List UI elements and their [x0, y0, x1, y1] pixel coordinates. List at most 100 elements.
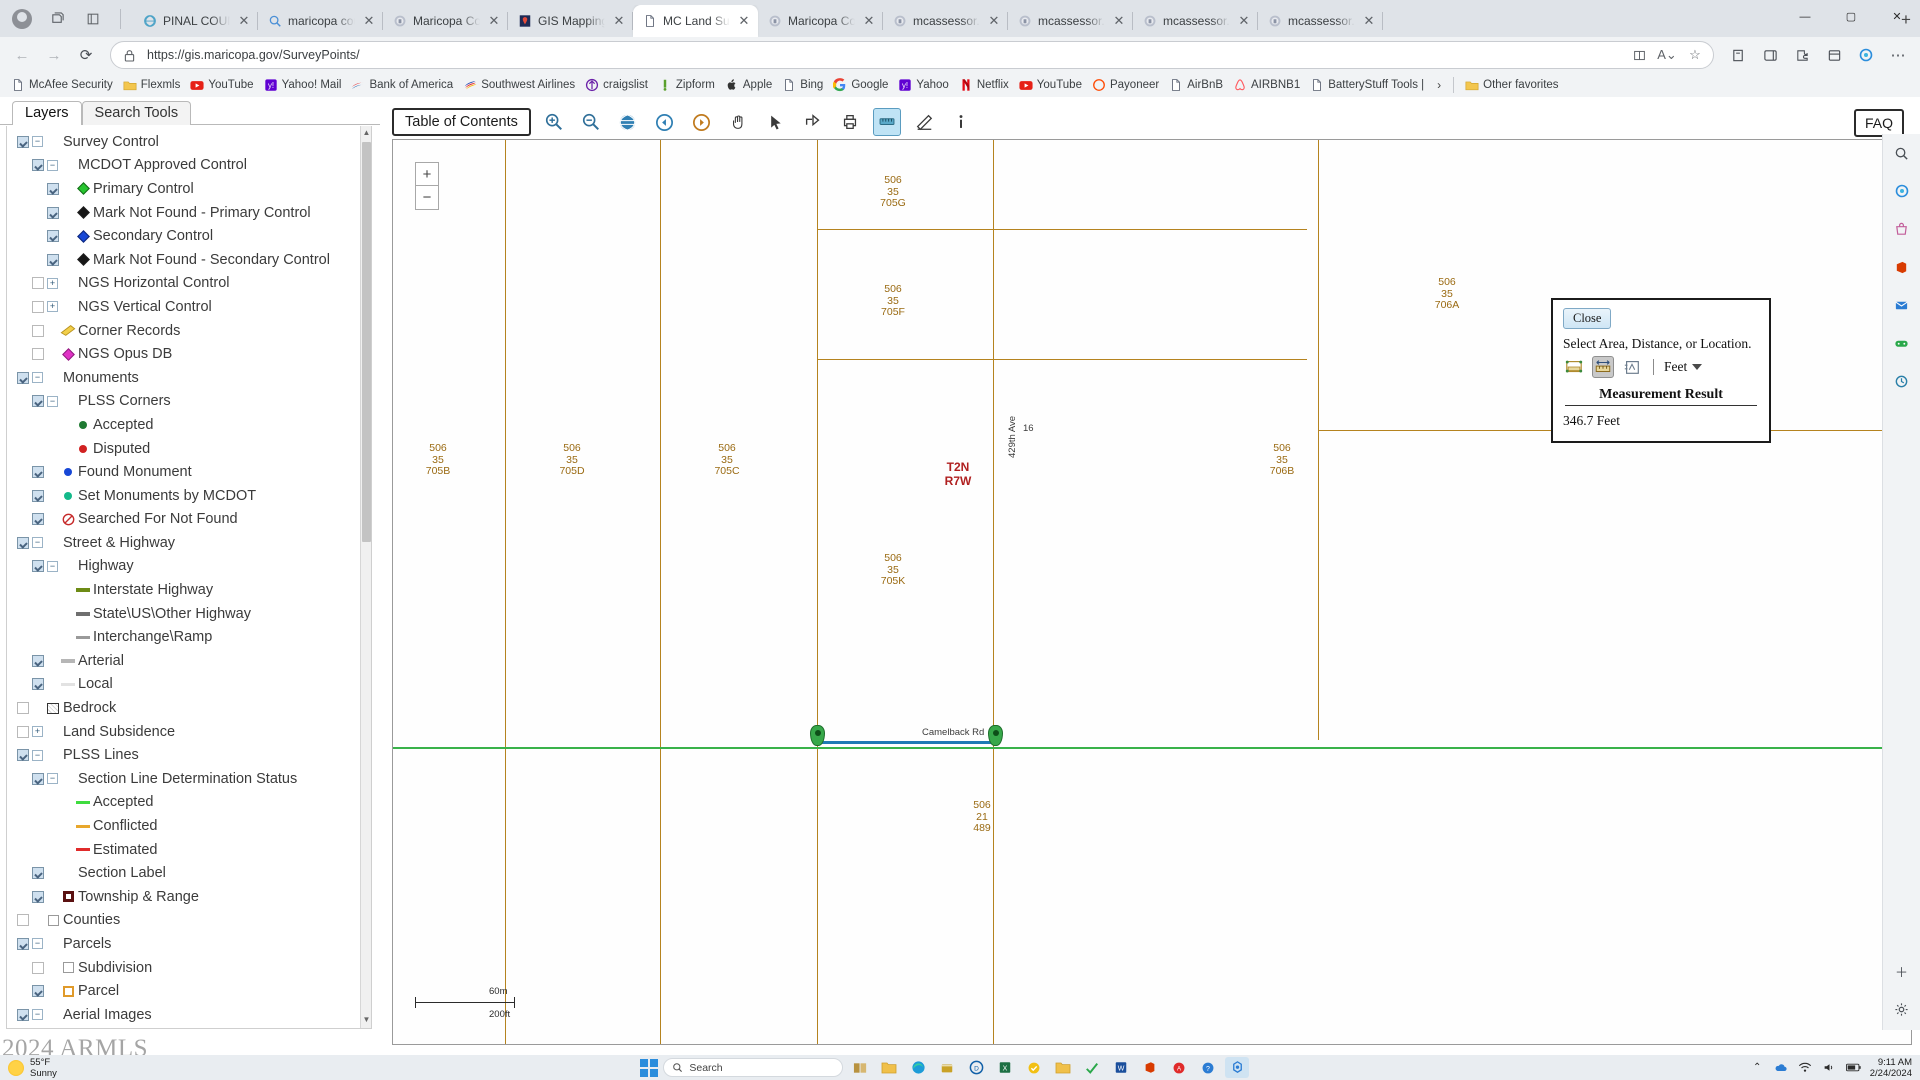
layer-tree-item[interactable]: −PLSS Lines	[9, 743, 371, 767]
layer-tree-item[interactable]: −MCDOT Approved Control	[9, 154, 371, 178]
office-icon[interactable]	[1891, 256, 1913, 278]
layer-tree-item[interactable]: Township & Range	[9, 885, 371, 909]
maximize-button[interactable]: ▢	[1828, 0, 1874, 33]
close-icon[interactable]: ✕	[236, 13, 252, 29]
bookmark-item[interactable]: Bing	[777, 76, 828, 94]
zoom-in-icon[interactable]	[540, 108, 568, 136]
select-arrow-icon[interactable]	[762, 108, 790, 136]
scrollbar-thumb[interactable]	[362, 142, 371, 542]
weather-widget[interactable]: 55°F Sunny	[0, 1057, 140, 1079]
bookmark-item[interactable]: BatteryStuff Tools |	[1305, 76, 1429, 94]
shield-check-icon[interactable]	[1022, 1057, 1046, 1078]
bookmark-item[interactable]: craigslist	[580, 76, 653, 94]
layer-tree-item[interactable]: −Survey Control	[9, 130, 371, 154]
office-icon[interactable]	[1138, 1057, 1162, 1078]
layer-tree-item[interactable]: State\US\Other Highway	[9, 602, 371, 626]
layer-tree-item[interactable]: Interchange\Ramp	[9, 625, 371, 649]
pan-hand-icon[interactable]	[725, 108, 753, 136]
layer-visibility-checkbox[interactable]	[17, 702, 29, 714]
address-bar[interactable]: https://gis.maricopa.gov/SurveyPoints/ A…	[110, 41, 1714, 69]
back-icon[interactable]: ←	[8, 41, 36, 69]
share-icon[interactable]	[799, 108, 827, 136]
collapse-toggle-icon[interactable]: −	[32, 372, 43, 383]
layer-tree-item[interactable]: +NGS Vertical Control	[9, 295, 371, 319]
check-icon[interactable]	[1080, 1057, 1104, 1078]
vertical-tabs-icon[interactable]	[82, 8, 104, 30]
layer-visibility-checkbox[interactable]	[32, 490, 44, 502]
bookmark-item[interactable]: YouTube	[185, 76, 258, 94]
layer-tree-item[interactable]: Accepted	[9, 413, 371, 437]
previous-extent-icon[interactable]	[651, 108, 679, 136]
browser-tab[interactable]: Maricopa County✕	[758, 5, 883, 37]
browser-tab[interactable]: mcassessor.maric✕	[1008, 5, 1133, 37]
wifi-icon[interactable]	[1798, 1060, 1813, 1075]
layer-visibility-checkbox[interactable]	[17, 938, 29, 950]
layer-tree-item[interactable]: −Aerial Images	[9, 1003, 371, 1027]
collapse-toggle-icon[interactable]: −	[32, 1009, 43, 1020]
next-extent-icon[interactable]	[688, 108, 716, 136]
bookmark-item[interactable]: AIRBNB1	[1228, 76, 1305, 94]
word-icon[interactable]: W	[1109, 1057, 1133, 1078]
layer-visibility-checkbox[interactable]	[17, 1009, 29, 1021]
unit-select[interactable]: Feet	[1664, 359, 1702, 375]
edge-icon[interactable]	[906, 1057, 930, 1078]
excel-icon[interactable]: X	[993, 1057, 1017, 1078]
layer-visibility-checkbox[interactable]	[32, 301, 44, 313]
layer-visibility-checkbox[interactable]	[32, 560, 44, 572]
close-icon[interactable]: ✕	[1236, 13, 1252, 29]
scroll-down-arrow[interactable]: ▼	[362, 1015, 371, 1026]
browser-tab[interactable]: GIS Mapping App✕	[508, 5, 633, 37]
layer-tree-item[interactable]: Searched For Not Found	[9, 508, 371, 532]
avatar[interactable]	[12, 9, 32, 29]
bookmark-item[interactable]: Bank of America	[346, 76, 458, 94]
browser-essentials-icon[interactable]	[1756, 41, 1784, 69]
browser-tab[interactable]: PINAL COUNTY✕	[133, 5, 258, 37]
games-icon[interactable]	[1891, 332, 1913, 354]
windows-logo-icon[interactable]	[640, 1059, 658, 1077]
bookmark-item[interactable]: y!Yahoo	[893, 76, 953, 94]
layer-visibility-checkbox[interactable]	[32, 891, 44, 903]
bookmark-item[interactable]: McAfee Security	[6, 76, 118, 94]
layer-tree-item[interactable]: Disputed	[9, 437, 371, 461]
collapse-toggle-icon[interactable]: −	[32, 537, 43, 548]
minimize-button[interactable]: —	[1782, 0, 1828, 33]
layer-visibility-checkbox[interactable]	[32, 466, 44, 478]
measure-end-vertex[interactable]	[988, 725, 1003, 746]
favorite-star-icon[interactable]: ☆	[1685, 45, 1705, 65]
map-zoom-in-button[interactable]: +	[415, 162, 439, 186]
measure-icon[interactable]	[873, 108, 901, 136]
other-favorites-folder[interactable]: Other favorites	[1460, 76, 1563, 94]
copilot-icon[interactable]	[1852, 41, 1880, 69]
layer-visibility-checkbox[interactable]	[47, 207, 59, 219]
layer-visibility-checkbox[interactable]	[17, 537, 29, 549]
layer-visibility-checkbox[interactable]	[32, 678, 44, 690]
tab-layers[interactable]: Layers	[12, 101, 82, 125]
bookmark-item[interactable]: Netflix	[954, 76, 1014, 94]
layer-tree-item[interactable]: Counties	[9, 909, 371, 933]
layer-visibility-checkbox[interactable]	[47, 183, 59, 195]
gis-app-icon[interactable]	[1225, 1057, 1249, 1078]
layer-visibility-checkbox[interactable]	[47, 254, 59, 266]
browser-tab[interactable]: mcassessor.maric✕	[1258, 5, 1383, 37]
measure-distance-icon[interactable]	[1592, 356, 1614, 378]
onedrive-icon[interactable]	[1774, 1060, 1789, 1075]
close-icon[interactable]: ✕	[861, 13, 877, 29]
identify-info-icon[interactable]	[947, 108, 975, 136]
measure-area-icon[interactable]	[1563, 356, 1585, 378]
layer-tree-item[interactable]: Estimated	[9, 838, 371, 862]
layer-visibility-checkbox[interactable]	[32, 159, 44, 171]
bookmark-item[interactable]: Apple	[720, 76, 777, 94]
search-icon[interactable]	[1891, 142, 1913, 164]
folder-icon[interactable]	[1051, 1057, 1075, 1078]
measure-location-icon[interactable]	[1621, 356, 1643, 378]
layer-tree-item[interactable]: Accepted	[9, 791, 371, 815]
favorites-bar-icon[interactable]	[1820, 41, 1848, 69]
layer-tree-item[interactable]: −Monuments	[9, 366, 371, 390]
acrobat-icon[interactable]: A	[1167, 1057, 1191, 1078]
layer-visibility-checkbox[interactable]	[32, 395, 44, 407]
close-icon[interactable]: ✕	[986, 13, 1002, 29]
zoom-out-icon[interactable]	[577, 108, 605, 136]
measure-start-vertex[interactable]	[810, 725, 825, 746]
bookmark-item[interactable]: YouTube	[1014, 76, 1087, 94]
forward-icon[interactable]: →	[40, 41, 68, 69]
